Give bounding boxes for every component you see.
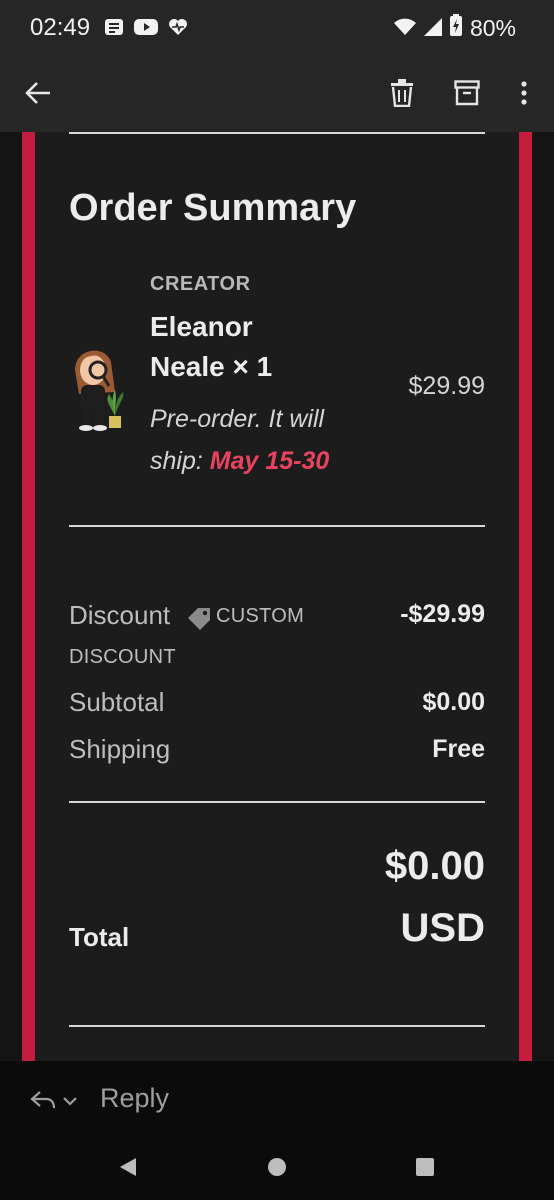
- order-card-border: Order Summary CREATOR Eleanor Neale × 1 …: [22, 132, 532, 1061]
- heart-pulse-icon: [168, 18, 188, 41]
- shipping-label: Shipping: [69, 734, 171, 764]
- divider: [69, 132, 485, 134]
- item-name: Eleanor Neale × 1: [150, 311, 273, 382]
- reply-options-button[interactable]: [26, 1087, 82, 1117]
- delete-button[interactable]: [382, 75, 422, 115]
- chevron-down-icon: [62, 1093, 78, 1111]
- system-nav-bar: [0, 1141, 554, 1200]
- reply-icon: [30, 1089, 56, 1116]
- discount-code-line2: DISCOUNT: [69, 646, 176, 668]
- nav-recents-icon: [415, 1157, 435, 1182]
- preorder-note: Pre-order. It will ship: May 15-30: [150, 398, 380, 482]
- divider: [69, 1025, 485, 1027]
- order-card: Order Summary CREATOR Eleanor Neale × 1 …: [35, 132, 519, 1061]
- signal-icon: [423, 15, 442, 42]
- tag-icon: [186, 606, 212, 635]
- ship-date: May 15-30: [209, 447, 330, 475]
- discount-label: Discount: [69, 600, 171, 630]
- discount-value: -$29.99: [400, 600, 485, 628]
- wifi-icon: [393, 15, 416, 42]
- nav-back-icon: [118, 1157, 138, 1182]
- archive-icon: [454, 79, 480, 111]
- delete-icon: [390, 78, 414, 112]
- notification-icons: [104, 18, 188, 41]
- divider: [69, 801, 485, 803]
- youtube-icon: [134, 18, 158, 41]
- back-button[interactable]: [18, 75, 58, 115]
- notes-icon: [104, 18, 124, 41]
- divider: [69, 525, 485, 527]
- nav-recents-button[interactable]: [409, 1153, 441, 1185]
- status-bar: 02:49 80%: [0, 0, 554, 58]
- shipping-value: Free: [432, 735, 485, 763]
- subtotal-label: Subtotal: [69, 687, 165, 717]
- battery-percent: 80%: [469, 14, 516, 41]
- creator-label: CREATOR: [150, 273, 251, 295]
- discount-code-line1: CUSTOM: [216, 605, 305, 627]
- nav-home-button[interactable]: [261, 1153, 293, 1185]
- reply-button[interactable]: Reply: [100, 1083, 169, 1114]
- order-summary-title: Order Summary: [69, 187, 357, 229]
- reply-bar: Reply: [0, 1061, 554, 1141]
- system-status: 80%: [393, 14, 516, 42]
- total-label: Total: [69, 922, 130, 952]
- archive-button[interactable]: [447, 75, 487, 115]
- back-arrow-icon: [24, 81, 52, 110]
- total-currency: USD: [400, 906, 485, 950]
- nav-home-icon: [267, 1157, 287, 1182]
- status-time: 02:49: [30, 14, 91, 41]
- subtotal-value: $0.00: [422, 688, 485, 716]
- email-body[interactable]: Order Summary CREATOR Eleanor Neale × 1 …: [0, 132, 554, 1061]
- item-price: $29.99: [408, 372, 485, 400]
- total-amount: $0.00: [384, 844, 485, 888]
- more-options-button[interactable]: [506, 75, 542, 115]
- creator-avatar: [65, 340, 129, 432]
- nav-back-button[interactable]: [112, 1153, 144, 1185]
- email-toolbar: [0, 58, 554, 132]
- more-vert-icon: [521, 80, 527, 110]
- battery-icon: [449, 14, 462, 42]
